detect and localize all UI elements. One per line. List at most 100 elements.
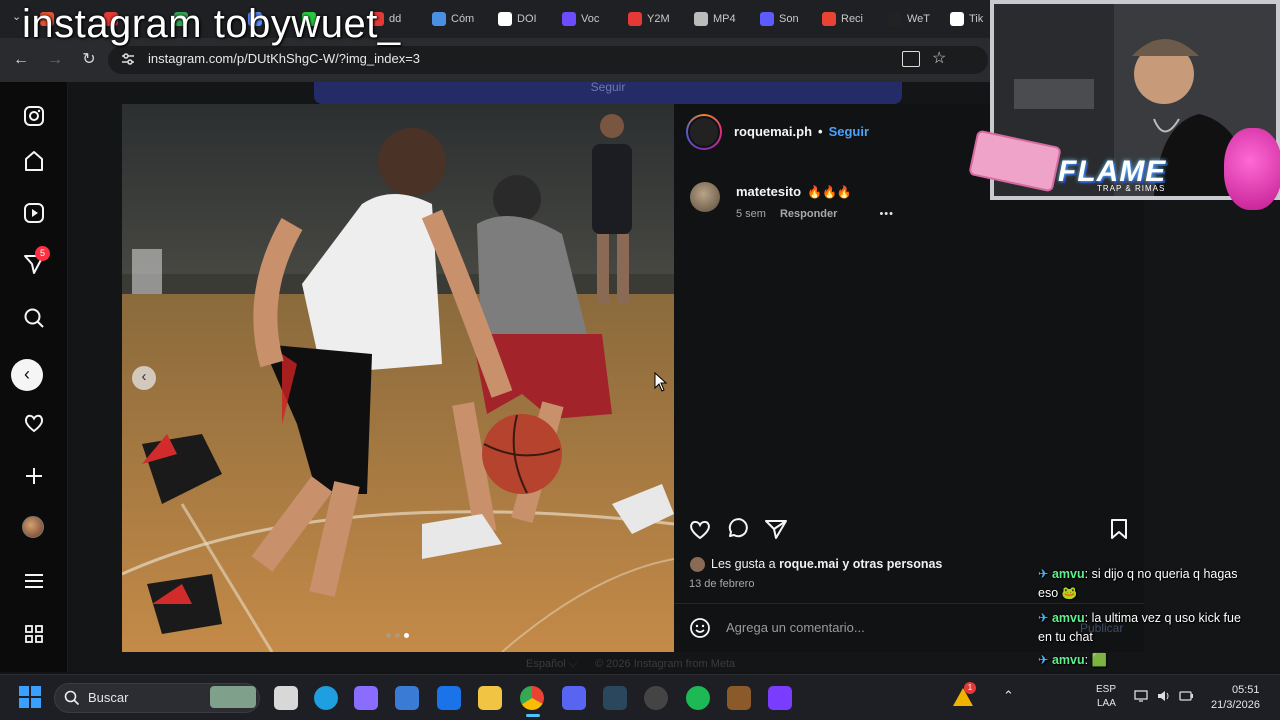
notification-app-icon[interactable]: 1 bbox=[952, 682, 976, 708]
save-bookmark-icon[interactable] bbox=[1109, 518, 1129, 545]
file-explorer-blank-icon[interactable] bbox=[274, 686, 298, 710]
clipchamp-icon[interactable] bbox=[768, 686, 792, 710]
likes-user[interactable]: roque.mai bbox=[779, 557, 839, 571]
browser-tab[interactable]: DOI bbox=[498, 8, 537, 30]
reload-icon[interactable]: ↻ bbox=[78, 49, 100, 71]
chat-separator: : bbox=[1084, 611, 1092, 625]
taskbar-search-icon bbox=[64, 690, 80, 711]
footer-copyright: © 2026 Instagram from Meta bbox=[595, 658, 736, 670]
outlook-icon[interactable] bbox=[437, 686, 461, 710]
comment-text: 🔥🔥🔥 bbox=[807, 184, 852, 199]
comment-input[interactable]: Agrega un comentario... bbox=[726, 620, 865, 635]
taskbar-search-label: Buscar bbox=[88, 690, 129, 705]
chat-message: ✈ amvu: si dijo q no queria q hagas eso 🐸 bbox=[1038, 565, 1238, 603]
browser-tab[interactable]: WeT bbox=[888, 8, 930, 30]
comment-more-icon[interactable]: ••• bbox=[879, 208, 894, 220]
tab-favicon-icon bbox=[950, 12, 964, 26]
post-photo[interactable] bbox=[122, 104, 674, 652]
browser-tab[interactable]: Y2M bbox=[628, 8, 670, 30]
chat-text-continued: en tu chat bbox=[1038, 630, 1093, 644]
messages-badge-count: 5 bbox=[39, 248, 45, 258]
tab-label: MP4 bbox=[713, 13, 736, 25]
author-username[interactable]: roquemai.ph bbox=[734, 124, 812, 139]
previous-post-button[interactable]: ‹ bbox=[11, 359, 43, 391]
instagram-logo-icon[interactable] bbox=[22, 104, 46, 128]
site-info-icon[interactable] bbox=[120, 51, 136, 67]
comment-age: 5 sem bbox=[736, 208, 766, 220]
obs-icon[interactable] bbox=[644, 686, 668, 710]
address-url[interactable]: instagram.com/p/DUtKhShgC-W/?img_index=3 bbox=[148, 51, 420, 66]
home-icon[interactable] bbox=[22, 149, 46, 173]
active-app-indicator bbox=[526, 714, 540, 717]
folder-icon[interactable] bbox=[478, 686, 502, 710]
carousel-dots bbox=[386, 633, 409, 638]
copilot-icon[interactable] bbox=[354, 686, 378, 710]
author-avatar[interactable] bbox=[686, 114, 722, 150]
tray-chevron-icon[interactable]: ⌃ bbox=[1003, 688, 1014, 704]
edge-browser-icon[interactable] bbox=[314, 686, 338, 710]
lang-bottom[interactable]: LAA bbox=[1097, 698, 1116, 709]
emoji-icon[interactable] bbox=[689, 617, 711, 644]
chat-username: amvu bbox=[1051, 567, 1085, 581]
profile-avatar-icon[interactable] bbox=[22, 516, 46, 540]
likes-avatar bbox=[689, 556, 706, 573]
likes-summary[interactable]: Les gusta a roque.mai y otras personas bbox=[711, 557, 942, 571]
steam-icon[interactable] bbox=[603, 686, 627, 710]
also-from-meta-icon[interactable] bbox=[22, 622, 46, 646]
chat-separator: : bbox=[1084, 567, 1092, 581]
commenter-avatar[interactable] bbox=[690, 182, 720, 212]
minecraft-icon[interactable] bbox=[727, 686, 751, 710]
comment-item: matetesito 🔥🔥🔥 bbox=[736, 184, 852, 199]
reels-icon[interactable] bbox=[22, 201, 46, 225]
lang-top[interactable]: ESP bbox=[1096, 684, 1116, 695]
create-plus-icon[interactable] bbox=[22, 464, 46, 488]
more-menu-icon[interactable] bbox=[22, 569, 46, 593]
browser-tab[interactable]: Cóm bbox=[432, 8, 474, 30]
chat-separator: : bbox=[1084, 653, 1092, 667]
browser-tab[interactable]: Son bbox=[760, 8, 799, 30]
volume-icon[interactable] bbox=[1156, 688, 1172, 707]
chat-text: la ultima vez q uso kick fue bbox=[1091, 611, 1241, 625]
like-icon[interactable] bbox=[688, 518, 712, 545]
tab-favicon-icon bbox=[694, 12, 708, 26]
bookmark-star-icon[interactable]: ☆ bbox=[932, 48, 946, 68]
browser-tab[interactable]: Voc bbox=[562, 8, 599, 30]
tab-label: Tik bbox=[969, 13, 984, 25]
chat-text: si dijo q no queria q hagas bbox=[1091, 567, 1238, 581]
chat-username: amvu bbox=[1051, 611, 1085, 625]
post-date: 13 de febrero bbox=[689, 578, 755, 590]
tab-favicon-icon bbox=[562, 12, 576, 26]
pink-buddha-sticker bbox=[1224, 128, 1280, 210]
chrome-icon[interactable] bbox=[520, 686, 544, 710]
discord-icon[interactable] bbox=[562, 686, 586, 710]
clock-date[interactable]: 21/3/2026 bbox=[1211, 699, 1260, 711]
chat-badge-icon: ✈ bbox=[1038, 567, 1052, 581]
comment-icon[interactable] bbox=[726, 518, 750, 545]
battery-icon[interactable] bbox=[1178, 688, 1194, 707]
notifications-heart-icon[interactable] bbox=[22, 411, 46, 435]
reply-button[interactable]: Responder bbox=[780, 208, 837, 220]
comment-username[interactable]: matetesito bbox=[736, 184, 801, 199]
carousel-prev-button[interactable]: ‹ bbox=[132, 366, 156, 390]
tab-label: DOI bbox=[517, 13, 537, 25]
forward-icon[interactable]: → bbox=[44, 49, 66, 71]
spotify-icon[interactable] bbox=[686, 686, 710, 710]
search-icon[interactable] bbox=[22, 306, 46, 330]
tab-label: Son bbox=[779, 13, 799, 25]
footer-language[interactable]: Español ⌵ bbox=[526, 658, 577, 671]
likes-suffix: y otras personas bbox=[838, 557, 943, 571]
browser-tab[interactable]: MP4 bbox=[694, 8, 736, 30]
tab-list-chevron-icon[interactable]: ⌄ bbox=[12, 10, 21, 23]
start-icon[interactable] bbox=[19, 686, 41, 708]
back-icon[interactable]: ← bbox=[10, 49, 32, 71]
store-icon[interactable] bbox=[395, 686, 419, 710]
install-app-icon[interactable] bbox=[902, 51, 920, 67]
carousel-dot-active bbox=[404, 633, 409, 638]
browser-tab[interactable]: Tik bbox=[950, 8, 983, 30]
network-icon[interactable] bbox=[1133, 688, 1149, 707]
browser-tab[interactable]: Reci bbox=[822, 8, 863, 30]
follow-button[interactable]: Seguir bbox=[829, 124, 869, 139]
share-icon[interactable] bbox=[764, 518, 788, 545]
messages-icon[interactable]: 5 bbox=[22, 246, 50, 276]
clock-time[interactable]: 05:51 bbox=[1232, 684, 1260, 696]
